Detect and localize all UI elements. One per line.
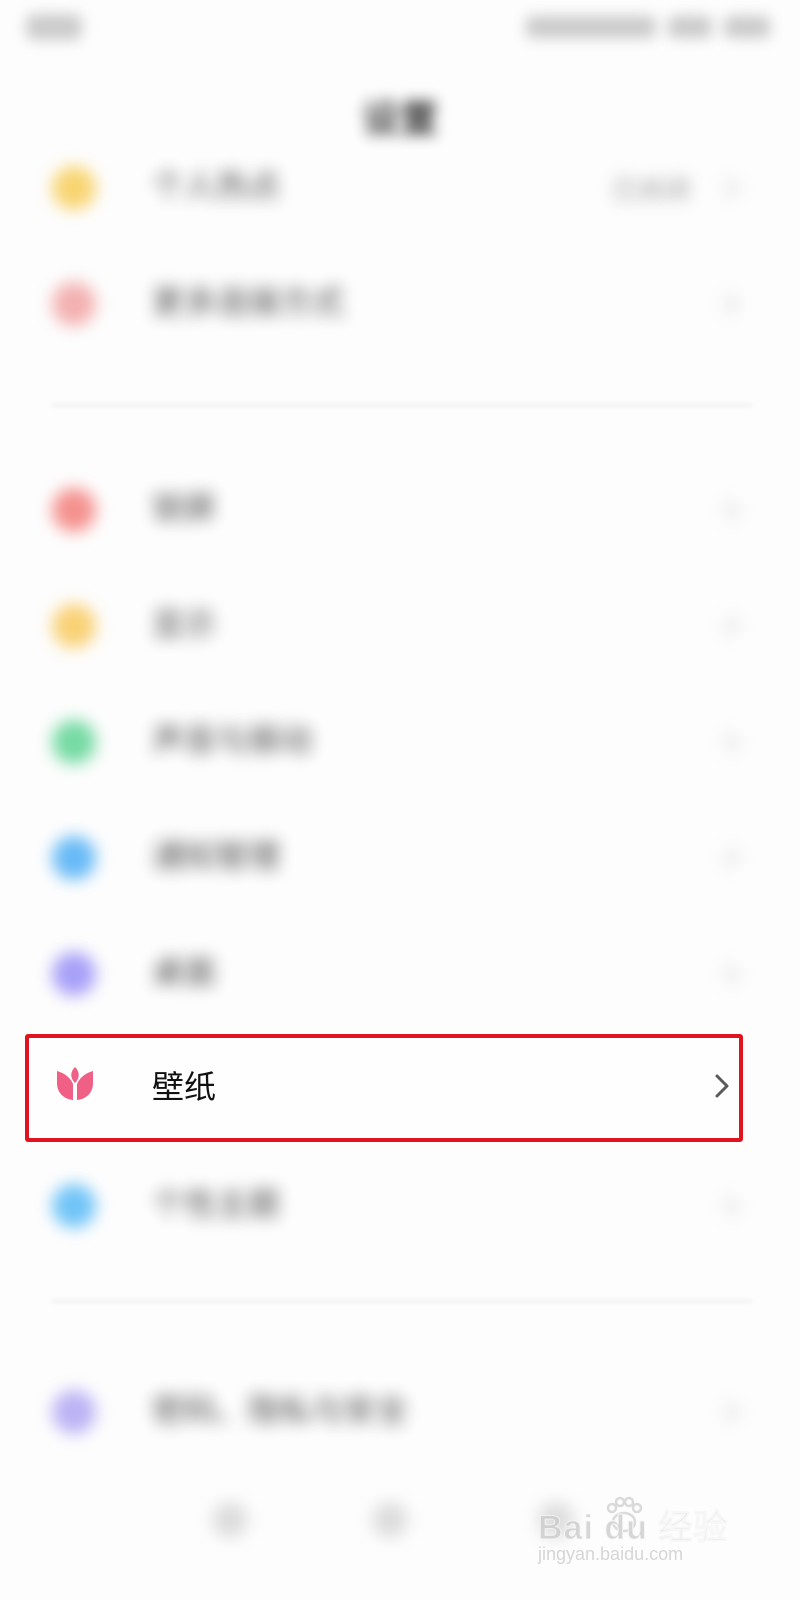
settings-row-wallpaper[interactable]: 壁纸 [0,1034,800,1150]
signal-icon [526,16,656,38]
settings-row-hotspot[interactable]: 个人热点 已关闭 [0,128,800,244]
watermark-url: jingyan.baidu.com [538,1544,684,1564]
watermark-brand: Bai du 经验 [537,1509,729,1548]
settings-row-display[interactable]: 显示 [0,566,800,682]
row-value: 已关闭 [611,176,690,206]
status-bar [0,0,800,64]
battery-icon [724,16,770,38]
settings-row-desktop[interactable]: 桌面 [0,914,800,1030]
settings-row-notifications[interactable]: 通知管理 [0,798,800,914]
watermark: Bai du 经验 jingyan.baidu.com [537,1496,758,1570]
home-button-icon[interactable] [372,1502,408,1538]
tulip-icon [57,1067,93,1100]
chevron-right-icon [725,499,739,521]
status-icons [490,12,770,42]
row-label: 更多连接方式 [152,283,345,321]
row-label: 壁纸 [152,1068,217,1106]
settings-row-privacy[interactable]: 密码、隐私与安全 [0,1352,800,1468]
row-label: 声音与振动 [152,721,313,759]
hotspot-icon [52,166,96,210]
status-time [26,14,82,40]
display-icon [52,604,96,648]
shield-icon [52,1390,96,1434]
chevron-right-icon [725,731,739,753]
settings-row-sound[interactable]: 声音与振动 [0,682,800,798]
chevron-right-icon [715,1074,729,1098]
sound-icon [52,720,96,764]
chevron-right-icon [725,293,739,315]
row-label: 锁屏 [152,489,217,527]
back-icon[interactable] [212,1502,248,1538]
row-label: 桌面 [152,953,217,991]
settings-screen: 设置 个人热点 已关闭 更多连接方式 锁屏 显示 声音与振动 通知管理 桌面 壁… [0,0,800,1600]
row-label: 个性主题 [152,1185,281,1223]
home-icon [52,952,96,996]
theme-icon [52,1184,96,1228]
wifi-icon [668,16,712,38]
row-label: 密码、隐私与安全 [152,1391,409,1429]
notification-icon [52,836,96,880]
divider [52,1300,752,1302]
chevron-right-icon [725,1401,739,1423]
chevron-right-icon [725,177,739,199]
settings-row-more-connections[interactable]: 更多连接方式 [0,244,800,360]
chevron-right-icon [725,847,739,869]
settings-row-lock-screen[interactable]: 锁屏 [0,450,800,566]
chevron-right-icon [725,1195,739,1217]
divider [52,404,752,406]
chevron-right-icon [725,963,739,985]
row-label: 显示 [152,605,217,643]
link-icon [52,282,96,326]
chevron-right-icon [725,615,739,637]
settings-row-themes[interactable]: 个性主题 [0,1146,800,1262]
lock-icon [52,488,96,532]
row-label: 个人热点 [152,167,281,205]
row-label: 通知管理 [152,837,281,875]
